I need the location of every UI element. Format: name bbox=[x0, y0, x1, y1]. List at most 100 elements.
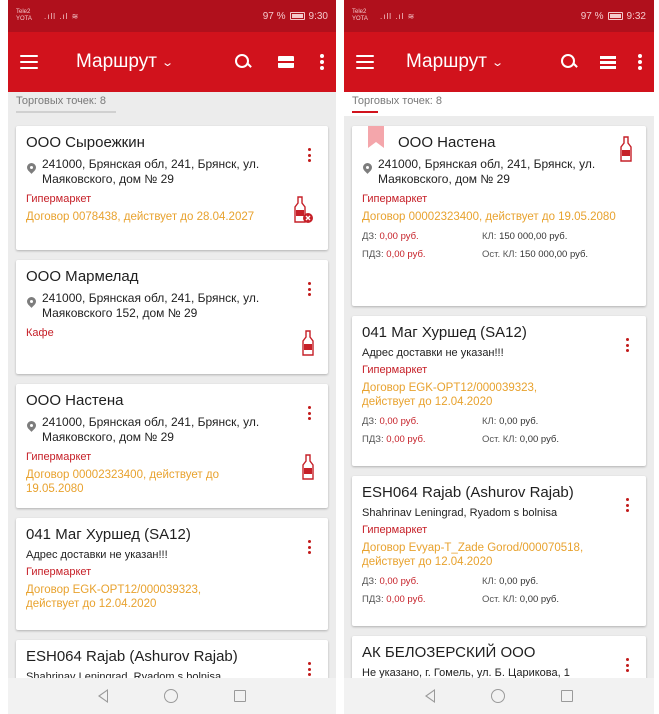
dz-value: 0,00 руб. bbox=[379, 576, 419, 587]
signal-icon: .ıll .ıl ≋ bbox=[44, 11, 80, 21]
kl-label: КЛ: bbox=[482, 231, 497, 242]
outlet-name: ООО Настена bbox=[398, 134, 496, 151]
more-vert-icon[interactable] bbox=[320, 54, 324, 70]
outlet-name: 041 Маг Хуршед (SA12) bbox=[26, 526, 191, 543]
system-nav-bar bbox=[344, 678, 654, 714]
home-icon[interactable] bbox=[491, 689, 505, 703]
ost-kl-label: Ост. КЛ: bbox=[482, 249, 518, 260]
pin-icon bbox=[26, 297, 38, 311]
battery-icon bbox=[607, 12, 623, 20]
bottle-icon bbox=[302, 454, 314, 480]
carrier-label: Tele2 YOTA bbox=[16, 9, 32, 22]
outlet-address: 241000, Брянская обл, 241, Брянск, ул. М… bbox=[362, 157, 636, 187]
outlet-name: ООО Сыроежкин bbox=[26, 134, 145, 151]
outlet-type: Гипермаркет bbox=[26, 566, 92, 578]
finance-grid: ДЗ: 0,00 руб. КЛ: 150 000,00 руб. ПДЗ: 0… bbox=[362, 230, 636, 261]
contract-info: Договор 0078438, действует до 28.04.2027 bbox=[26, 211, 255, 223]
dz-value: 0,00 руб. bbox=[379, 231, 419, 242]
clock: 9:32 bbox=[626, 10, 646, 22]
outlet-name: ООО Настена bbox=[26, 392, 124, 409]
outlet-name: 041 Маг Хуршед (SA12) bbox=[362, 324, 527, 341]
outlet-address: 241000, Брянская обл, 241, Брянск, ул. М… bbox=[26, 415, 318, 445]
back-icon[interactable] bbox=[425, 689, 435, 703]
outlet-count-header: Торговых точек: 8 bbox=[344, 92, 654, 116]
system-nav-bar bbox=[8, 678, 336, 714]
outlet-card[interactable]: ООО Настена 241000, Брянская обл, 241, Б… bbox=[352, 126, 646, 306]
ost-kl-value: 150 000,00 руб. bbox=[519, 249, 589, 260]
dz-label: ДЗ: bbox=[362, 231, 377, 242]
route-title-dropdown[interactable]: Маршрут ⌄ bbox=[406, 51, 505, 73]
pdz-label: ПДЗ: bbox=[362, 434, 384, 445]
pin-icon bbox=[362, 163, 374, 177]
outlet-name: ООО Мармелад bbox=[26, 268, 139, 285]
pdz-label: ПДЗ: bbox=[362, 594, 384, 605]
more-vert-icon[interactable] bbox=[308, 406, 312, 420]
dz-label: ДЗ: bbox=[362, 576, 377, 587]
address-text: 241000, Брянская обл, 241, Брянск, ул. М… bbox=[42, 157, 260, 186]
bottle-icon bbox=[620, 136, 632, 162]
outlet-card[interactable]: ООО Настена 241000, Брянская обл, 241, Б… bbox=[16, 384, 328, 508]
contract-info: Договор 00002323400, действует до 19.05.… bbox=[362, 211, 616, 223]
more-vert-icon[interactable] bbox=[626, 658, 630, 672]
recent-apps-icon[interactable] bbox=[561, 690, 573, 702]
finance-grid: ДЗ: 0,00 руб. КЛ: 0,00 руб. ПДЗ: 0,00 ру… bbox=[362, 415, 636, 446]
phone-right: Tele2 YOTA .ıll .ıl ≋ 97 % 9:32 Маршрут … bbox=[344, 0, 654, 714]
outlet-type: Кафе bbox=[26, 327, 54, 339]
outlet-type: Гипермаркет bbox=[26, 451, 92, 463]
carrier-label: Tele2 YOTA bbox=[352, 9, 368, 22]
address-text: Адрес доставки не указан!!! bbox=[26, 549, 168, 561]
home-icon[interactable] bbox=[164, 689, 178, 703]
more-vert-icon[interactable] bbox=[308, 148, 312, 162]
bottle-icon bbox=[302, 330, 314, 356]
chevron-down-icon: ⌄ bbox=[161, 56, 175, 69]
pdz-value: 0,00 руб. bbox=[386, 249, 426, 260]
outlet-card[interactable]: ООО Мармелад 241000, Брянская обл, 241, … bbox=[16, 260, 328, 374]
chevron-down-icon: ⌄ bbox=[491, 56, 505, 69]
more-vert-icon[interactable] bbox=[626, 498, 630, 512]
tab-indicator bbox=[16, 111, 116, 113]
page-title: Маршрут bbox=[76, 51, 157, 72]
hamburger-icon[interactable] bbox=[20, 55, 38, 69]
search-icon[interactable] bbox=[560, 53, 578, 71]
battery-percent: 97 % bbox=[262, 10, 286, 22]
more-vert-icon[interactable] bbox=[308, 282, 312, 296]
outlet-type: Гипермаркет bbox=[362, 524, 428, 536]
outlet-list: ООО Сыроежкин 241000, Брянская обл, 241,… bbox=[8, 116, 336, 710]
more-vert-icon[interactable] bbox=[638, 54, 642, 70]
tab-indicator bbox=[352, 111, 378, 113]
address-text: Shahrinav Leningrad, Ryadom s bolnisa bbox=[362, 507, 558, 519]
more-vert-icon[interactable] bbox=[626, 338, 630, 352]
hamburger-icon[interactable] bbox=[356, 55, 374, 69]
dz-value: 0,00 руб. bbox=[379, 416, 419, 427]
outlet-address: 241000, Брянская обл, 241, Брянск, ул. М… bbox=[26, 157, 318, 187]
pin-icon bbox=[26, 421, 38, 435]
pdz-label: ПДЗ: bbox=[362, 249, 384, 260]
address-text: 241000, Брянская обл, 241, Брянск, ул. М… bbox=[42, 415, 260, 444]
app-bar: Маршрут ⌄ bbox=[344, 32, 654, 92]
phone-left: Tele2 YOTA .ıll .ıl ≋ 97 % 9:30 Маршрут … bbox=[8, 0, 336, 714]
outlet-card[interactable]: 041 Маг Хуршед (SA12) Адрес доставки не … bbox=[352, 316, 646, 466]
outlet-count: Торговых точек: 8 bbox=[352, 95, 442, 107]
outlet-card[interactable]: ООО Сыроежкин 241000, Брянская обл, 241,… bbox=[16, 126, 328, 250]
dz-label: ДЗ: bbox=[362, 416, 377, 427]
pdz-value: 0,00 руб. bbox=[386, 434, 426, 445]
outlet-card[interactable]: ESH064 Rajab (Ashurov Rajab) Shahrinav L… bbox=[352, 476, 646, 626]
more-vert-icon[interactable] bbox=[308, 662, 312, 676]
list-view-icon[interactable] bbox=[600, 55, 616, 69]
ost-kl-value: 0,00 руб. bbox=[519, 594, 560, 605]
search-icon[interactable] bbox=[234, 53, 252, 71]
recent-apps-icon[interactable] bbox=[234, 690, 246, 702]
kl-label: КЛ: bbox=[482, 576, 497, 587]
card-view-icon[interactable] bbox=[278, 56, 294, 68]
back-icon[interactable] bbox=[98, 689, 108, 703]
contract-info: Договор 00002323400, действует до 19.05.… bbox=[26, 469, 219, 495]
outlet-type: Гипермаркет bbox=[362, 193, 428, 205]
ost-kl-label: Ост. КЛ: bbox=[482, 594, 518, 605]
outlet-count: Торговых точек: 8 bbox=[16, 95, 106, 107]
outlet-card[interactable]: 041 Маг Хуршед (SA12) Адрес доставки не … bbox=[16, 518, 328, 630]
pdz-value: 0,00 руб. bbox=[386, 594, 426, 605]
kl-value: 150 000,00 руб. bbox=[499, 231, 568, 242]
app-bar: Маршрут ⌄ bbox=[8, 32, 336, 92]
route-title-dropdown[interactable]: Маршрут ⌄ bbox=[76, 51, 175, 73]
more-vert-icon[interactable] bbox=[308, 540, 312, 554]
